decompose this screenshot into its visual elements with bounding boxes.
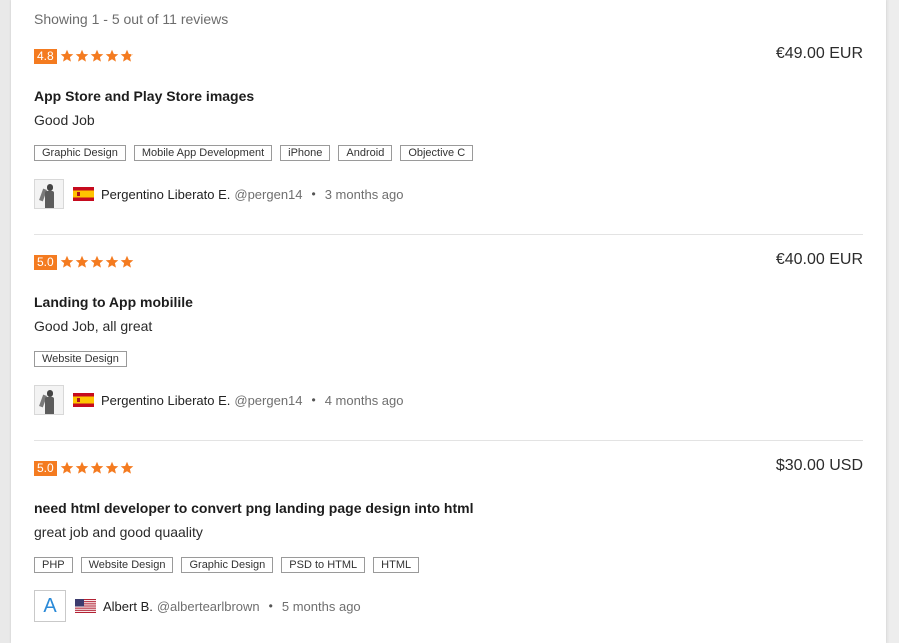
star-icon (90, 255, 103, 268)
star-icon (60, 255, 73, 268)
avatar[interactable] (34, 179, 64, 209)
skill-tags: Graphic Design Mobile App Development iPho… (34, 145, 474, 161)
star-icon (120, 255, 133, 268)
review-comment: Good Job, all great (34, 318, 153, 334)
separator-dot: • (268, 599, 273, 613)
skill-tag[interactable]: iPhone (280, 145, 331, 161)
author-name[interactable]: Pergentino Liberato E. (101, 393, 230, 408)
page: Showing 1 - 5 out of 11 reviews 4.8 €49.… (0, 0, 899, 643)
review-author: Pergentino Liberato E. @pergen14 • 3 mon… (34, 178, 404, 210)
star-icon (75, 49, 88, 62)
rating-badge: 5.0 (34, 254, 57, 270)
skill-tag[interactable]: Objective C (400, 145, 474, 161)
review-comment: Good Job (34, 112, 95, 128)
rating-badge: 5.0 (34, 460, 57, 476)
separator-dot: • (311, 393, 316, 407)
rating-row: 4.8 (34, 48, 134, 64)
star-icon (60, 461, 73, 474)
review-price: $30.00 USD (775, 457, 863, 474)
usa-flag-icon (75, 599, 96, 613)
star-icon (90, 49, 103, 62)
star-rating (60, 49, 134, 63)
author-handle: @pergen14 (234, 392, 303, 408)
author-handle: @albertearlbrown (156, 598, 260, 614)
review-price: €49.00 EUR (775, 45, 863, 62)
review-time: 5 months ago (281, 598, 361, 614)
review-time: 4 months ago (324, 392, 404, 408)
skill-tag[interactable]: PSD to HTML (281, 557, 366, 573)
review-title[interactable]: Landing to App mobilile (34, 294, 193, 310)
star-icon (75, 255, 88, 268)
star-icon (105, 49, 118, 62)
review-title[interactable]: need html developer to convert png landi… (34, 500, 473, 516)
spain-flag-icon (73, 393, 94, 407)
skill-tag[interactable]: Website Design (34, 351, 127, 367)
review-price: €40.00 EUR (775, 251, 863, 268)
rating-row: 5.0 (34, 460, 134, 476)
divider (34, 234, 863, 235)
skill-tag[interactable]: PHP (34, 557, 73, 573)
review-title[interactable]: App Store and Play Store images (34, 88, 254, 104)
star-icon (105, 255, 118, 268)
skill-tag[interactable]: Website Design (80, 557, 174, 573)
divider (34, 440, 863, 441)
avatar[interactable]: A (34, 590, 66, 622)
star-icon (120, 49, 133, 62)
rating-badge: 4.8 (34, 48, 57, 64)
rating-row: 5.0 (34, 254, 134, 270)
skill-tag[interactable]: Android (338, 145, 393, 161)
avatar[interactable] (34, 385, 64, 415)
skill-tags: Website Design (34, 351, 127, 367)
author-name[interactable]: Albert B. (103, 599, 153, 614)
skill-tag[interactable]: Graphic Design (181, 557, 274, 573)
star-rating (60, 255, 134, 269)
review-time: 3 months ago (324, 186, 404, 202)
star-icon (90, 461, 103, 474)
review-comment: great job and good quaality (34, 524, 203, 540)
skill-tag[interactable]: HTML (373, 557, 420, 573)
reviews-panel: Showing 1 - 5 out of 11 reviews 4.8 €49.… (11, 0, 886, 643)
reviews-count-text: Showing 1 - 5 out of 11 reviews (34, 11, 229, 27)
star-icon (105, 461, 118, 474)
author-handle: @pergen14 (234, 186, 303, 202)
author-name[interactable]: Pergentino Liberato E. (101, 187, 230, 202)
review-author: A Albert B. @albertearlbrown • 5 months … (34, 590, 361, 622)
separator-dot: • (311, 187, 316, 201)
review-author: Pergentino Liberato E. @pergen14 • 4 mon… (34, 384, 404, 416)
star-rating (60, 461, 134, 475)
star-icon (60, 49, 73, 62)
star-icon (75, 461, 88, 474)
star-icon (120, 461, 133, 474)
spain-flag-icon (73, 187, 94, 201)
scrollbar[interactable] (889, 0, 899, 643)
skill-tag[interactable]: Mobile App Development (133, 145, 273, 161)
skill-tag[interactable]: Graphic Design (34, 145, 126, 161)
skill-tags: PHP Website Design Graphic Design PSD to HT… (34, 557, 420, 573)
